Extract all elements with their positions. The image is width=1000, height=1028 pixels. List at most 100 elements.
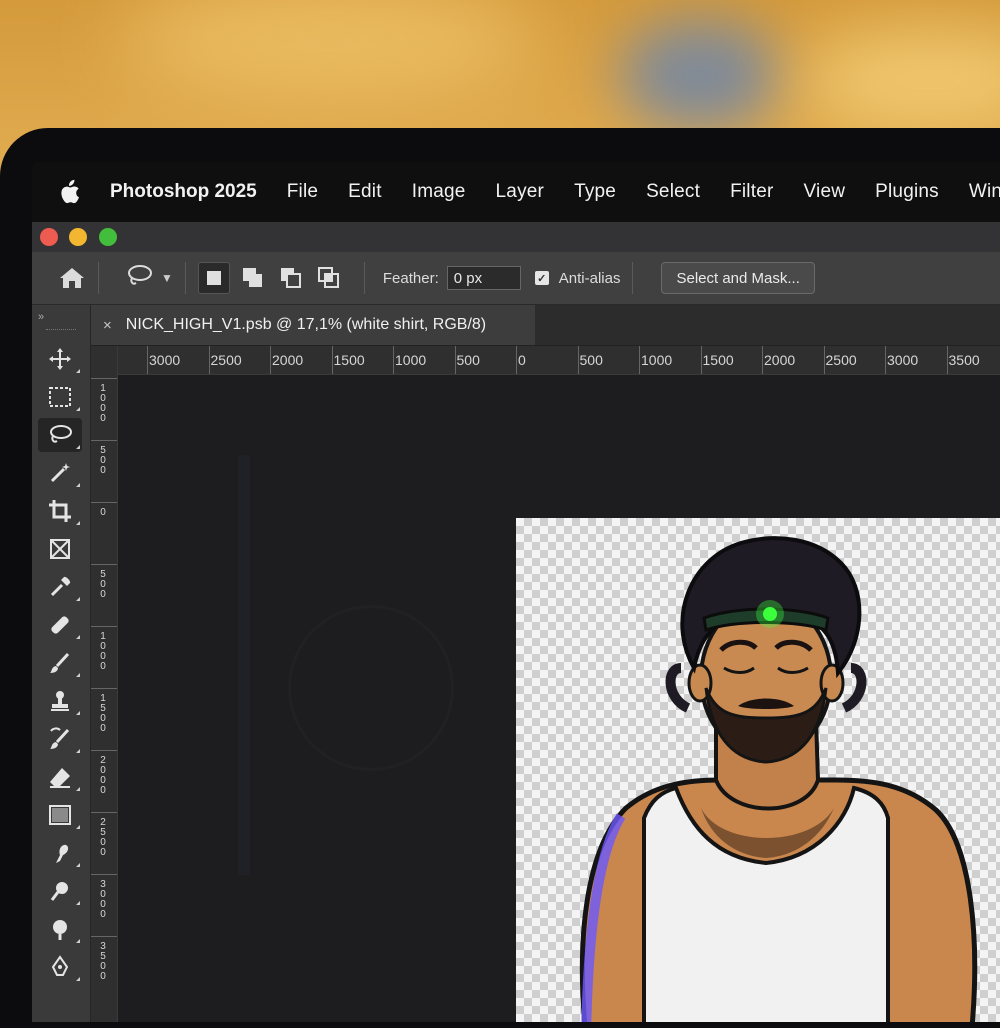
menu-type[interactable]: Type [574,181,616,203]
ruler-label: 2000 [272,352,304,368]
ruler-tick [91,440,117,441]
divider [98,262,99,294]
divider [632,262,634,294]
home-icon[interactable] [58,264,86,292]
ruler-label: 1000 [641,352,673,368]
canvas-area[interactable] [118,375,1000,1022]
ruler-tick [91,564,117,565]
eyedropper-tool-icon[interactable] [38,570,82,604]
ruler-tick [946,346,948,374]
ruler-tick [639,346,640,374]
menu-layer[interactable]: Layer [496,181,545,203]
pen-tool-icon[interactable] [38,950,82,984]
ruler-tick [91,812,117,813]
ruler-tick [91,378,117,379]
tool-preset-picker[interactable]: ▼ [125,263,173,293]
gradient-tool-icon[interactable] [38,798,82,832]
ruler-label: 1500 [333,352,365,368]
ruler-label: 3000 [149,352,181,368]
ruler-label: 3000 [100,879,106,920]
menu-image[interactable]: Image [412,181,466,203]
antialias-label: Anti-alias [558,269,621,287]
ruler-label: 500 [100,445,106,476]
brush-tool-icon[interactable] [38,646,82,680]
add-to-selection-button[interactable] [238,263,268,293]
document-tab-title: NICK_HIGH_V1.psb @ 17,1% (white shirt, R… [125,316,487,333]
subtract-from-selection-button[interactable] [276,263,306,293]
ruler-tick [700,346,702,374]
ruler-tick [331,346,333,374]
horizontal-ruler[interactable]: 3000 2500 2000 1500 1000 500 0 500 1000 1500 2000 2… [117,346,1000,375]
apple-icon[interactable] [56,178,82,206]
tools-panel: » [32,305,91,1022]
ruler-tick [516,346,517,374]
ruler-tick [208,346,210,374]
feather-input[interactable] [446,266,521,290]
new-selection-button[interactable] [197,262,230,294]
smudge-tool-icon[interactable] [38,836,82,870]
intersect-selection-button[interactable] [314,263,344,293]
ruler-label: 2500 [100,817,106,858]
eraser-tool-icon[interactable] [38,760,82,794]
panel-grip[interactable] [46,329,76,338]
ruler-tick [91,688,117,689]
ruler-label: 500 [100,569,106,600]
ruler-label: 1500 [100,693,106,734]
ruler-label: 0 [518,352,526,368]
menu-file[interactable]: File [287,181,318,203]
window-titlebar [32,222,1000,252]
feather-label: Feather: [382,269,439,287]
divider [363,262,365,294]
healing-brush-tool-icon[interactable] [38,608,82,642]
frame-tool-icon[interactable] [38,532,82,566]
menu-filter[interactable]: Filter [730,181,773,203]
ruler-tick [577,346,579,374]
screen-reflection [288,605,454,771]
photoshop-window: ▼ Feather: ✓ Anti-alias Select and Mask.… [32,222,1000,1022]
history-brush-tool-icon[interactable] [38,722,82,756]
crop-tool-icon[interactable] [38,494,82,528]
screen-reflection [238,455,250,875]
close-window-button[interactable] [40,228,58,246]
menu-window[interactable]: Win [969,181,1000,203]
menu-edit[interactable]: Edit [348,181,382,203]
ruler-label: 2000 [764,352,796,368]
select-and-mask-button[interactable]: Select and Mask... [661,262,815,294]
document-tab-bar: × NICK_HIGH_V1.psb @ 17,1% (white shirt,… [91,305,1000,346]
options-bar: ▼ Feather: ✓ Anti-alias Select and Mask.… [32,252,1000,305]
ruler-label: 3500 [100,941,106,982]
ruler-tick [393,346,394,374]
document-tab[interactable]: × NICK_HIGH_V1.psb @ 17,1% (white shirt,… [91,305,535,345]
magic-wand-tool-icon[interactable] [38,456,82,490]
sponge-tool-icon[interactable] [38,912,82,946]
ruler-label: 0 [100,507,106,518]
ruler-label: 2500 [825,352,857,368]
ruler-label: 1500 [702,352,734,368]
dodge-burn-tool-icon[interactable] [38,874,82,908]
lasso-icon [125,263,153,293]
ruler-label: 3500 [948,352,980,368]
ruler-label: 2500 [210,352,242,368]
minimize-window-button[interactable] [69,228,87,246]
ruler-tick [91,626,117,627]
menu-view[interactable]: View [804,181,846,203]
vertical-ruler[interactable]: 1000 500 0 500 1000 1500 2000 2500 3000 3500 [91,346,118,1022]
lasso-tool-icon[interactable] [38,418,82,452]
marquee-tool-icon[interactable] [38,380,82,414]
close-tab-icon[interactable]: × [103,317,112,334]
document-canvas[interactable] [516,518,1000,1022]
antialias-checkbox[interactable]: ✓ [534,271,549,285]
ruler-tick [147,346,148,374]
zoom-window-button[interactable] [99,228,117,246]
move-tool-icon[interactable] [38,342,82,376]
ruler-tick [91,502,117,503]
ruler-tick [823,346,825,374]
ruler-tick [454,346,456,374]
clone-stamp-tool-icon[interactable] [38,684,82,718]
collapse-panel-icon[interactable]: » [32,305,90,329]
ruler-tick [270,346,271,374]
ruler-tick [762,346,763,374]
menu-select[interactable]: Select [646,181,700,203]
menu-app-name[interactable]: Photoshop 2025 [110,181,257,203]
menu-plugins[interactable]: Plugins [875,181,939,203]
